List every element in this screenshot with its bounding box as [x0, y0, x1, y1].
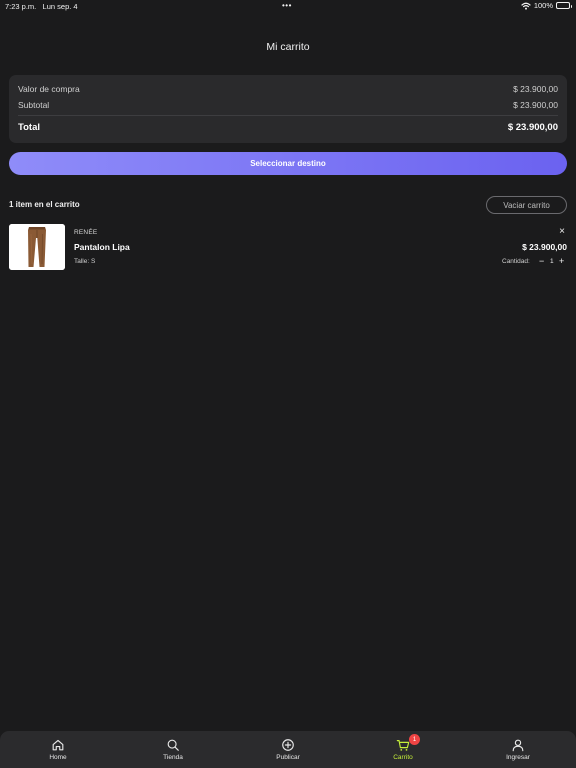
increase-quantity-button[interactable]: + — [559, 256, 564, 266]
user-icon — [512, 739, 524, 752]
product-name[interactable]: Pantalon Lipa — [74, 242, 130, 252]
wifi-icon — [521, 2, 531, 10]
tab-ingresar[interactable]: Ingresar — [488, 738, 548, 761]
battery-percent: 100% — [533, 1, 553, 10]
remove-item-button[interactable]: × — [559, 227, 565, 237]
select-destination-button[interactable]: Seleccionar destino — [9, 152, 567, 175]
empty-cart-button[interactable]: Vaciar carrito — [486, 196, 567, 214]
multitask-dots[interactable]: ••• — [282, 1, 292, 10]
tab-ingresar-label: Ingresar — [506, 754, 530, 761]
decrease-quantity-button[interactable]: − — [539, 256, 544, 266]
cart-item-count: 1 item en el carrito — [9, 200, 80, 209]
summary-row-valor: Valor de compra $ 23.900,00 — [18, 84, 558, 94]
tab-carrito-label: Carrito — [393, 754, 413, 761]
status-clock: 7:23 p.m. — [5, 2, 37, 11]
subtotal-label: Subtotal — [18, 100, 50, 110]
total-value: $ 23.900,00 — [507, 122, 558, 133]
summary-row-subtotal: Subtotal $ 23.900,00 — [18, 100, 558, 110]
tab-publicar[interactable]: Publicar — [258, 738, 318, 761]
page-title: Mi carrito — [266, 41, 310, 53]
status-right: 100% — [521, 1, 572, 10]
tab-home-label: Home — [49, 754, 67, 761]
tab-tienda[interactable]: Tienda — [143, 738, 203, 761]
valor-label: Valor de compra — [18, 84, 80, 94]
status-date: Lun sep. 4 — [42, 2, 78, 11]
home-icon — [52, 739, 64, 751]
order-summary-card: Valor de compra $ 23.900,00 Subtotal $ 2… — [9, 75, 567, 143]
pants-image — [9, 224, 65, 270]
status-time: 7:23 p.m. Lun sep. 4 — [5, 2, 78, 11]
valor-value: $ 23.900,00 — [513, 84, 558, 94]
quantity-value: 1 — [550, 258, 554, 265]
summary-divider — [18, 115, 558, 116]
plus-circle-icon — [282, 739, 294, 751]
tab-tienda-label: Tienda — [163, 754, 183, 761]
tab-publicar-label: Publicar — [276, 754, 300, 761]
battery-icon — [556, 2, 572, 9]
subtotal-value: $ 23.900,00 — [513, 100, 558, 110]
product-image[interactable] — [9, 224, 65, 270]
cart-icon — [396, 740, 410, 751]
product-price: $ 23.900,00 — [522, 242, 567, 252]
product-size: Talle: S — [74, 258, 96, 265]
total-label: Total — [18, 122, 40, 133]
cart-badge: 1 — [409, 734, 420, 745]
cart-item: RENÉE Pantalon Lipa Talle: S × $ 23.900,… — [9, 224, 567, 272]
product-brand: RENÉE — [74, 229, 98, 236]
summary-row-total: Total $ 23.900,00 — [18, 122, 558, 133]
quantity-label: Cantidad: — [502, 258, 530, 265]
status-bar: 7:23 p.m. Lun sep. 4 ••• 100% — [0, 0, 576, 12]
search-icon — [167, 739, 179, 751]
bottom-tab-bar: Home Tienda Publicar 1 Carrito Ingresar — [0, 731, 576, 768]
tab-home[interactable]: Home — [28, 738, 88, 761]
tab-carrito[interactable]: 1 Carrito — [373, 734, 433, 761]
